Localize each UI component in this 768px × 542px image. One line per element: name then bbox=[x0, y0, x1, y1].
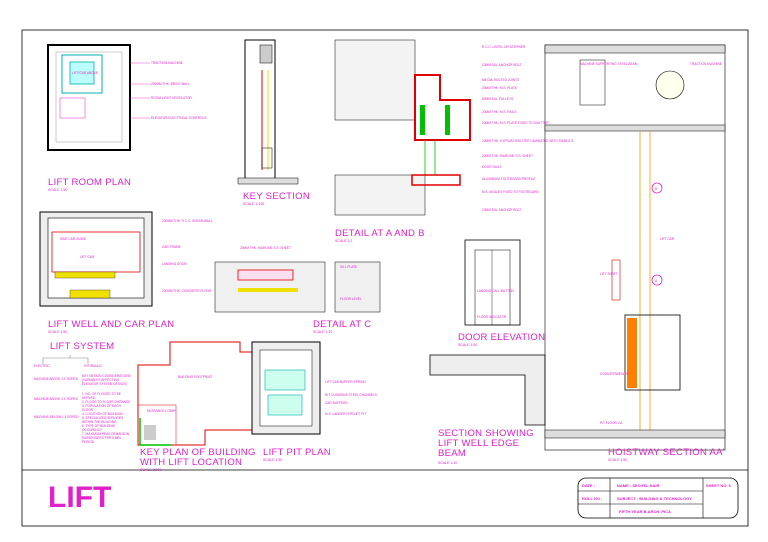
door-elevation-title: DOOR ELEVATION bbox=[458, 332, 545, 343]
lift-pit-plan: LIFT CAR BUFFER SPRING RIT CUSHIONS STEE… bbox=[251, 341, 377, 462]
lift-well-car-plan-scale: SCALE 1:50 bbox=[48, 330, 67, 334]
label: 200MM THK. BRICK WALL bbox=[151, 82, 190, 86]
detail-a-b-scale: SCALE 1:2 bbox=[335, 239, 352, 243]
date-label: DATE : bbox=[582, 483, 595, 488]
label: ALUMINIUM FOOTBOARD PROFILE bbox=[482, 177, 535, 181]
edge-beam-section: SECTION SHOWING LIFT WELL EDGE BEAM SCAL… bbox=[429, 354, 546, 465]
key-section-scale: SCALE 1:100 bbox=[243, 202, 264, 206]
label: ROOM LIGHT VENTILATOR bbox=[151, 96, 192, 100]
door-elevation: LANDING CALL BUTTON FLOOR INDICATOR DOOR… bbox=[458, 239, 545, 347]
electric-item: MACHINE ABOVE 2:1 ROPED bbox=[34, 397, 79, 401]
hoistway-section-title: HOISTWAY SECTION AA' bbox=[608, 447, 725, 458]
design-item: 5. SPECIALIZED SERVICES WITHIN THE BUILD… bbox=[82, 416, 124, 424]
detail-a-b: DETAIL AT A AND B SCALE 1:2 R.C.C. LINTE… bbox=[334, 39, 574, 243]
design-item: 7. MAXIMUM PEAK DEMAND IN PASSENGERS PER… bbox=[82, 432, 130, 444]
lift-system: LIFT SYSTEM ELECTRIC HYDRAULIC MACHINE A… bbox=[34, 341, 131, 444]
design-item: 1. NO. OF FLOORS TO BE SERVED bbox=[82, 392, 121, 400]
lift-room-plan-scale: SCALE 1:50 bbox=[48, 188, 67, 192]
electric-item: MACHINE ABOVE 1:1 ROPED bbox=[34, 377, 79, 381]
design-heading: KEY DESIGN CONSIDERATIONS (VARIABLES AFF… bbox=[82, 374, 131, 386]
label: TRACTION MACHINE bbox=[690, 62, 722, 66]
lift-well-car-plan: LIFT WELL AND CAR PLAN SCALE 1:50 200MM … bbox=[39, 211, 213, 334]
detail-c-title: DETAIL AT C bbox=[313, 319, 371, 330]
year: FIFTH YEAR B.ARCH, PICA bbox=[619, 509, 671, 514]
label: LANDING DOOR bbox=[162, 262, 187, 266]
key-plan-scale: SCALE 1:200 bbox=[140, 468, 161, 472]
label: ELEVATOR ELECTRICAL CONTROLS bbox=[151, 116, 207, 120]
marker-b: B bbox=[655, 187, 657, 191]
label: 20MM THK. HAIRLINE S.S. SHEET bbox=[240, 246, 291, 250]
key-section: KEY SECTION SCALE 1:100 bbox=[237, 39, 310, 206]
lift-drawing-sheet: LIFT ROOM PLAN SCALE 1:50 TRACTION MACHI… bbox=[21, 29, 749, 527]
electric-label: ELECTRIC bbox=[34, 364, 50, 368]
title-block: DATE : ROLL NO : NAME : SECHEL NAIR SUBJ… bbox=[577, 477, 739, 519]
label: 20MM THK. HAIRLINE S.S. SHEET bbox=[482, 154, 533, 158]
label: FLOOR INDICATOR bbox=[477, 315, 507, 319]
label: LIFT CAR bbox=[660, 237, 675, 241]
label: FLOOR LEVEL bbox=[340, 297, 362, 301]
label: DOOR RAILS bbox=[482, 165, 502, 169]
label: M8 DIA. BOLTED JOINTS bbox=[482, 78, 519, 82]
lift-room-plan: LIFT ROOM PLAN SCALE 1:50 TRACTION MACHI… bbox=[47, 44, 207, 192]
label: 20MM THK. M.S. PLATE FIXED TO SHUTTER bbox=[482, 121, 549, 125]
detail-c: 20MM THK. HAIRLINE S.S. SHEET SILL PLATE… bbox=[214, 246, 381, 334]
label: PIT FLOOR LVL bbox=[600, 421, 623, 425]
label: LIFT CAR BUFFER SPRING bbox=[325, 380, 366, 384]
label: LANDING CALL BUTTON bbox=[477, 289, 515, 293]
door-elevation-scale: SCALE 1:50 bbox=[458, 343, 477, 347]
label: 10MM DIA. ANCHOR BOLT bbox=[482, 208, 521, 212]
label: SIDE CAR GUIDE bbox=[60, 237, 86, 241]
label: TRACTION MACHINE bbox=[151, 61, 183, 65]
design-item: 6. TYPE OF BUILDING OCCUPANCY bbox=[82, 424, 116, 432]
hydraulic-label: HYDRAULIC bbox=[84, 364, 103, 368]
lift-pit-plan-title: LIFT PIT PLAN bbox=[263, 447, 331, 458]
label: LIFT CAR bbox=[80, 255, 95, 259]
label: 80MM DIA. PULLEYS bbox=[482, 97, 513, 101]
label: 200MM THK. R.C.C. SHEAR WALL bbox=[162, 219, 213, 223]
sheet-title: LIFT bbox=[48, 481, 111, 514]
label: SILL PLATE bbox=[340, 265, 357, 269]
label: 20MM THK. M.S. PLATE bbox=[482, 86, 517, 90]
student-name: NAME : SECHEL NAIR bbox=[617, 483, 659, 488]
key-section-title: KEY SECTION bbox=[243, 191, 310, 202]
label: LIFT/CAR ABOVE bbox=[72, 71, 98, 75]
label: M.S. ANGLES FIXED TO FOOTBOARD bbox=[482, 190, 539, 194]
label: ENTRANCE LOBBY bbox=[147, 409, 177, 413]
subject: SUBJECT : BUILDING & TECHNOLOGY bbox=[617, 496, 692, 501]
design-item: 3. POPULATION OF EACH FLOOR bbox=[82, 404, 121, 412]
detail-c-scale: SCALE 1:10 bbox=[313, 330, 332, 334]
roll-label: ROLL NO : bbox=[582, 496, 602, 501]
label: R.C.C. LINTEL OR STIFFNER bbox=[482, 45, 526, 49]
lift-pit-plan-scale: SCALE 1:50 bbox=[263, 458, 282, 462]
sheet-number: SHEET NO. 6 bbox=[706, 483, 732, 488]
label: CAR BUFFERS bbox=[325, 401, 348, 405]
label: RIT CUSHIONS STEEL CHANNELS bbox=[325, 393, 377, 397]
lift-system-title: LIFT SYSTEM bbox=[50, 341, 114, 352]
electric-item: MACHINE BELOW 1:1 ROPED bbox=[34, 415, 79, 419]
hoistway-section-scale: SCALE 1:50 bbox=[608, 458, 627, 462]
edge-beam-scale: SCALE 1:10 bbox=[438, 461, 457, 465]
label: M.S. LADDER FOR LIFT PIT bbox=[325, 412, 366, 416]
label: BUILDING FOOTPRINT bbox=[178, 375, 212, 379]
label: MACHINE SUPPORTING STEEL BEAM bbox=[580, 62, 638, 66]
label: 20MM THK. GYPSUM SHUTTER LAMINATED WITH … bbox=[482, 139, 574, 143]
lift-well-car-plan-title: LIFT WELL AND CAR PLAN bbox=[48, 319, 174, 330]
label: 10MM DIA. ANCHOR BOLT bbox=[482, 63, 521, 67]
edge-beam-title: BEAM bbox=[438, 448, 466, 459]
key-plan: BUILDING FOOTPRINT ENTRANCE LOBBY KEY PL… bbox=[137, 341, 261, 472]
label: 20MM THK. M.S. RAILS bbox=[482, 110, 516, 114]
key-plan-title: WITH LIFT LOCATION bbox=[140, 457, 242, 468]
detail-a-b-title: DETAIL AT A AND B bbox=[335, 228, 425, 239]
label: COUNTERWEIGHT bbox=[600, 372, 629, 376]
label: LIFT SHAFT bbox=[600, 272, 618, 276]
lift-room-plan-title: LIFT ROOM PLAN bbox=[48, 177, 131, 188]
label: 200MM THK. CONCRETE FLOOR bbox=[162, 289, 212, 293]
hoistway-section: B A TRACTION MACHINE MACHINE SUPPORTING … bbox=[544, 44, 726, 462]
label: CAR FRAME bbox=[162, 245, 181, 249]
